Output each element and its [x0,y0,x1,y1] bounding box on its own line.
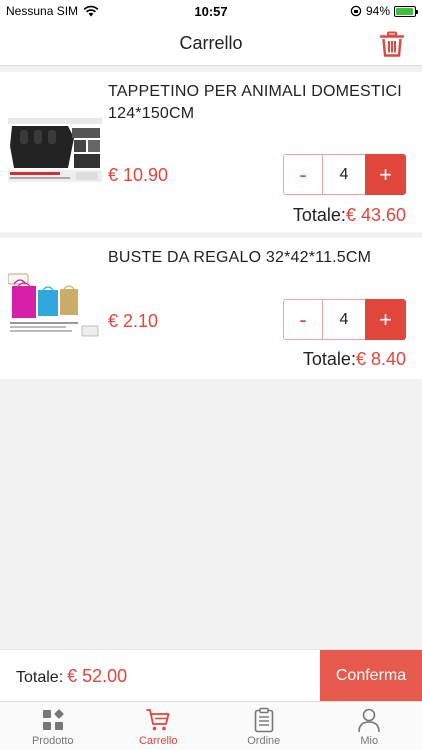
trash-icon[interactable] [378,30,406,58]
item-total: Totale:€ 8.40 [303,349,406,370]
tab-bar: Prodotto Carrello Ordine Mio [0,701,422,750]
cart-total: Totale: € 52.00 [16,666,127,687]
checkout-bar: Totale: € 52.00 Conferma [0,649,422,702]
tab-label: Prodotto [31,735,74,747]
battery-percent: 94% [365,4,390,18]
status-bar: Nessuna SIM 10:57 94% [0,0,422,22]
cart-item: TAPPETINO PER ANIMALI DOMESTICI 124*150C… [0,72,422,232]
quantity-field[interactable]: 4 [323,154,365,195]
cart-total-label: Totale: [16,669,64,686]
unit-price: € 10.90 [108,165,169,185]
page-title: Carrello [179,33,243,53]
tab-carrello[interactable]: Carrello [106,702,212,750]
person-icon [358,708,381,733]
item-total-label: Totale: [302,349,356,369]
quantity-field[interactable]: 4 [323,299,365,340]
tab-prodotto[interactable]: Prodotto [0,702,106,750]
tab-label: Mio [360,735,379,747]
decrease-quantity-button[interactable]: - [283,154,323,195]
gift-bags-product-image [7,270,102,344]
tab-ordine[interactable]: Ordine [211,702,317,750]
battery-icon [394,5,418,17]
item-total-value: € 43.60 [345,205,406,225]
quantity-stepper: - 4 + [283,299,406,340]
orientation-lock-icon [350,5,362,17]
unit-price: € 2.10 [108,311,159,331]
confirm-button[interactable]: Conferma [320,650,422,702]
nav-bar: Carrello [0,22,422,66]
tab-label: Ordine [247,735,281,747]
increase-quantity-button[interactable]: + [365,154,406,195]
product-name[interactable]: TAPPETINO PER ANIMALI DOMESTICI 124*150C… [108,81,410,125]
cart-icon [146,709,170,731]
tab-label: Carrello [138,735,178,747]
clipboard-icon [254,707,274,733]
tab-mio[interactable]: Mio [317,702,422,750]
item-total: Totale:€ 43.60 [293,205,406,226]
decrease-quantity-button[interactable]: - [283,299,323,340]
cart-item: BUSTE DA REGALO 32*42*11.5CM € 2.10 - 4 … [0,238,422,379]
grid-icon [42,709,64,730]
item-total-label: Totale: [292,205,346,225]
cart-total-value: € 52.00 [67,666,128,686]
quantity-stepper: - 4 + [283,154,406,195]
item-total-value: € 8.40 [355,349,406,369]
increase-quantity-button[interactable]: + [365,299,406,340]
product-name[interactable]: BUSTE DA REGALO 32*42*11.5CM [108,247,410,269]
pet-seat-cover-product-image [8,116,102,190]
